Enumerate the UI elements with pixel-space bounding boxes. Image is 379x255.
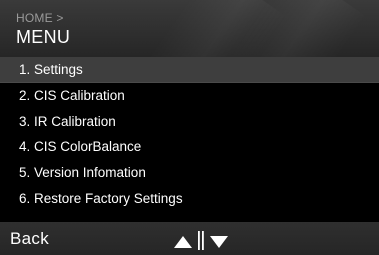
navigation-controls [172, 229, 230, 251]
menu-item-settings[interactable]: 1. Settings [0, 57, 379, 83]
menu-item-version-information[interactable]: 5. Version Infomation [0, 160, 379, 186]
triangle-up-icon[interactable] [172, 229, 194, 251]
menu-item-restore-factory-settings[interactable]: 6. Restore Factory Settings [0, 185, 379, 212]
device-screen: HOME > MENU 1. Settings 2. CIS Calibrati… [0, 0, 379, 255]
menu-item-cis-calibration[interactable]: 2. CIS Calibration [0, 82, 379, 109]
triangle-down-icon[interactable] [208, 229, 230, 251]
menu-list: 1. Settings 2. CIS Calibration 3. IR Cal… [0, 57, 379, 212]
footer-bar: Back [0, 222, 379, 255]
separator-icon [196, 229, 206, 251]
menu-item-ir-calibration[interactable]: 3. IR Calibration [0, 108, 379, 135]
back-button[interactable]: Back [10, 228, 49, 250]
menu-item-cis-colorbalance[interactable]: 4. CIS ColorBalance [0, 134, 379, 161]
header-bar: HOME > MENU [0, 0, 379, 57]
breadcrumb[interactable]: HOME > [16, 11, 64, 25]
page-title: MENU [16, 27, 71, 47]
